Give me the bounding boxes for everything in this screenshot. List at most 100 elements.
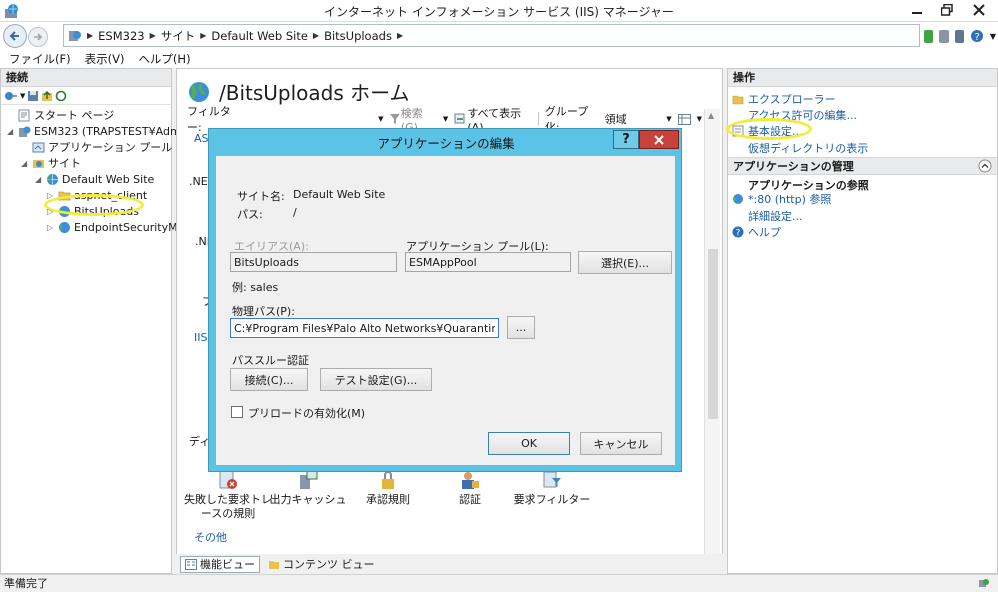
tab-features-view[interactable]: 機能ビュー [180,555,260,573]
home-icon[interactable] [954,29,964,43]
expanded-arrow-icon[interactable]: ◢ [7,127,15,136]
feature-authorization-rules[interactable]: 承認規則 [343,469,433,507]
server-icon [18,125,31,138]
ok-button[interactable]: OK [488,432,570,455]
breadcrumb-sites[interactable]: サイト [161,28,196,44]
connections-panel: 接続 ▼ スタート ページ ◢ ESM323 (TRAPSTEST¥Adm アプ… [0,68,184,574]
address-bar[interactable]: ▶ ESM323 ▶ サイト ▶ Default Web Site ▶ Bits… [63,24,920,47]
toolbar-icons: ? ▼ [924,27,996,45]
back-button[interactable] [3,24,27,48]
menu-help[interactable]: ヘルプ(H) [138,51,190,67]
tree-app-pools[interactable]: アプリケーション プール [21,139,172,155]
action-explore[interactable]: エクスプローラー [732,91,836,107]
connections-header: 接続 [1,69,171,87]
breadcrumb-separator: ▶ [87,31,94,40]
search-dropdown-icon[interactable]: ▼ [443,115,448,123]
tree-endpoint-security[interactable]: ▷ EndpointSecurityMa [47,219,184,235]
breadcrumb-separator: ▶ [396,31,404,40]
breadcrumb-separator: ▶ [312,31,320,40]
connect-dropdown-icon[interactable]: ▼ [20,92,25,100]
forward-button[interactable] [28,27,48,47]
show-all-icon [454,113,465,124]
close-window-button[interactable] [962,0,996,20]
tree-default-web-site[interactable]: ◢ Default Web Site [35,171,154,187]
help-dropdown-icon[interactable]: ▼ [990,32,996,41]
collapse-icon[interactable] [978,159,992,173]
start-page-icon [18,109,31,122]
connections-toolbar: ▼ [1,87,171,105]
up-icon[interactable] [41,90,53,102]
feature-request-filtering[interactable]: 要求フィルター [507,469,597,507]
section-other[interactable]: その他 [194,529,227,545]
connect-icon[interactable] [4,90,18,102]
tree-refresh-icon[interactable] [55,90,67,102]
action-browse-http[interactable]: *:80 (http) 参照 [732,191,831,207]
view-mode-dropdown-icon[interactable]: ▼ [697,115,702,123]
filter-bar: フィルター: ▼ 検索(G) ▼ すべて表示(A) グループ化: 領域 ▼ ▼ [177,105,702,134]
physical-path-field[interactable] [230,318,499,338]
help-icon[interactable]: ? [970,29,984,43]
view-tabs: 機能ビュー コンテンツ ビュー [176,554,723,574]
feature-failed-request-tracing[interactable]: 失敗した要求トレースの規則 [183,469,273,521]
expanded-arrow-icon[interactable]: ◢ [35,175,43,184]
restore-button[interactable] [932,0,962,20]
dialog-close-button[interactable] [639,130,679,149]
page-title: /BitsUploads ホーム [187,77,410,106]
action-view-virtual-dirs[interactable]: 仮想ディレクトリの表示 [748,140,868,156]
title-bar: インターネット インフォメーション サービス (IIS) マネージャー [0,0,998,22]
menu-file[interactable]: ファイル(F) [9,51,71,67]
test-settings-button[interactable]: テスト設定(G)... [320,368,432,391]
cancel-button[interactable]: キャンセル [580,432,662,455]
select-pool-button[interactable]: 選択(E)... [578,251,672,274]
funnel-icon [389,114,399,124]
status-bar: 準備完了 [0,574,998,592]
manage-application-header: アプリケーションの管理 [728,157,997,175]
collapsed-arrow-icon[interactable]: ▷ [47,223,55,232]
svg-text:?: ? [974,32,979,43]
highlight-basic-settings [726,118,812,140]
alias-field[interactable] [230,252,397,272]
feature-output-caching[interactable]: 出力キャッシュ [263,469,353,507]
mail-icon[interactable] [939,29,949,43]
lock-icon [377,469,399,491]
view-mode-icon[interactable] [677,113,691,125]
group-by-select[interactable]: 領域 [605,111,661,127]
filter-input[interactable] [247,112,373,126]
tab-content-view[interactable]: コンテンツ ビュー [264,556,379,573]
path-value: / [293,206,297,219]
minimize-button[interactable] [902,0,932,20]
preload-checkbox[interactable] [231,406,243,418]
close-icon [654,134,664,145]
network-icon[interactable] [924,29,934,43]
failed-request-icon [217,469,239,491]
authentication-icon [459,469,481,491]
scroll-up-icon[interactable]: ▲ [708,111,714,120]
menu-bar: ファイル(F) 表示(V) ヘルプ(H) [0,50,998,68]
preload-label: プリロードの有効化(M) [248,407,366,420]
action-help[interactable]: ? ヘルプ [732,224,781,240]
explore-icon [732,95,744,105]
breadcrumb-bitsuploads[interactable]: BitsUploads [324,29,392,43]
browse-path-button[interactable]: ... [507,316,535,339]
center-scrollbar[interactable]: ▲ ▼ [704,109,720,571]
breadcrumb-default-web-site[interactable]: Default Web Site [211,29,307,43]
action-advanced-settings[interactable]: 詳細設定... [748,208,803,224]
filter-dropdown-icon[interactable]: ▼ [378,115,383,123]
app-pool-field[interactable] [405,252,571,272]
tree-server[interactable]: ◢ ESM323 (TRAPSTEST¥Adm [7,123,181,139]
expanded-arrow-icon[interactable]: ◢ [21,159,29,168]
feature-authentication[interactable]: 認証 [425,469,515,507]
breadcrumb-server[interactable]: ESM323 [98,29,144,43]
menu-view[interactable]: 表示(V) [85,51,125,67]
output-caching-icon [297,469,319,491]
svg-text:?: ? [736,229,741,238]
connect-as-button[interactable]: 接続(C)... [230,368,308,391]
tree-start-page[interactable]: スタート ページ [7,107,114,123]
section-iis[interactable]: IIS [194,331,207,344]
save-icon[interactable] [27,90,39,102]
group-by-dropdown-icon[interactable]: ▼ [666,115,671,123]
dialog-help-button[interactable]: ? [613,130,639,149]
tree-sites[interactable]: ◢ サイト [21,155,81,171]
content-view-icon [269,560,279,569]
scroll-thumb[interactable] [708,249,718,419]
